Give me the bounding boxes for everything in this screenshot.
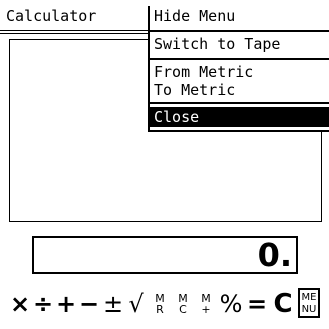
keypad: × ÷ + − ± √ M R M C M + % = C ME NU	[0, 286, 329, 326]
equals-key[interactable]: =	[246, 286, 268, 322]
memory-recall-key[interactable]: M R	[150, 286, 170, 322]
menu-item-hide-menu[interactable]: Hide Menu	[150, 7, 329, 25]
menu-key-bottom: NU	[301, 303, 317, 315]
sqrt-key[interactable]: √	[126, 286, 146, 322]
result-display: 0.	[32, 236, 298, 274]
memory-plus-key[interactable]: M +	[196, 286, 216, 322]
title-rule-top	[0, 30, 160, 31]
app-title: Calculator	[6, 7, 97, 25]
menu-key[interactable]: ME NU	[298, 288, 320, 318]
menu-separator	[150, 102, 329, 104]
menu-item-close[interactable]: Close	[150, 107, 329, 127]
plus-key[interactable]: +	[56, 286, 76, 322]
menu-separator	[150, 30, 329, 32]
plus-minus-key[interactable]: ±	[103, 286, 123, 322]
dropdown-menu: Hide Menu Switch to Tape From Metric To …	[148, 6, 329, 132]
mc-bottom: C	[179, 303, 187, 316]
title-rule-bottom	[0, 33, 160, 34]
clear-key[interactable]: C	[272, 286, 294, 322]
menu-item-from-metric[interactable]: From Metric	[150, 63, 329, 81]
menu-key-top: ME	[301, 291, 317, 303]
menu-item-switch-to-tape[interactable]: Switch to Tape	[150, 35, 329, 53]
mplus-bottom: +	[201, 303, 211, 316]
menu-item-to-metric[interactable]: To Metric	[150, 81, 329, 99]
display-value: 0.	[257, 236, 292, 274]
multiply-key[interactable]: ×	[10, 286, 30, 322]
percent-key[interactable]: %	[220, 286, 243, 322]
mr-bottom: R	[156, 303, 164, 316]
menu-separator	[150, 58, 329, 60]
memory-clear-key[interactable]: M C	[173, 286, 193, 322]
divide-key[interactable]: ÷	[33, 286, 53, 322]
minus-key[interactable]: −	[79, 286, 99, 322]
